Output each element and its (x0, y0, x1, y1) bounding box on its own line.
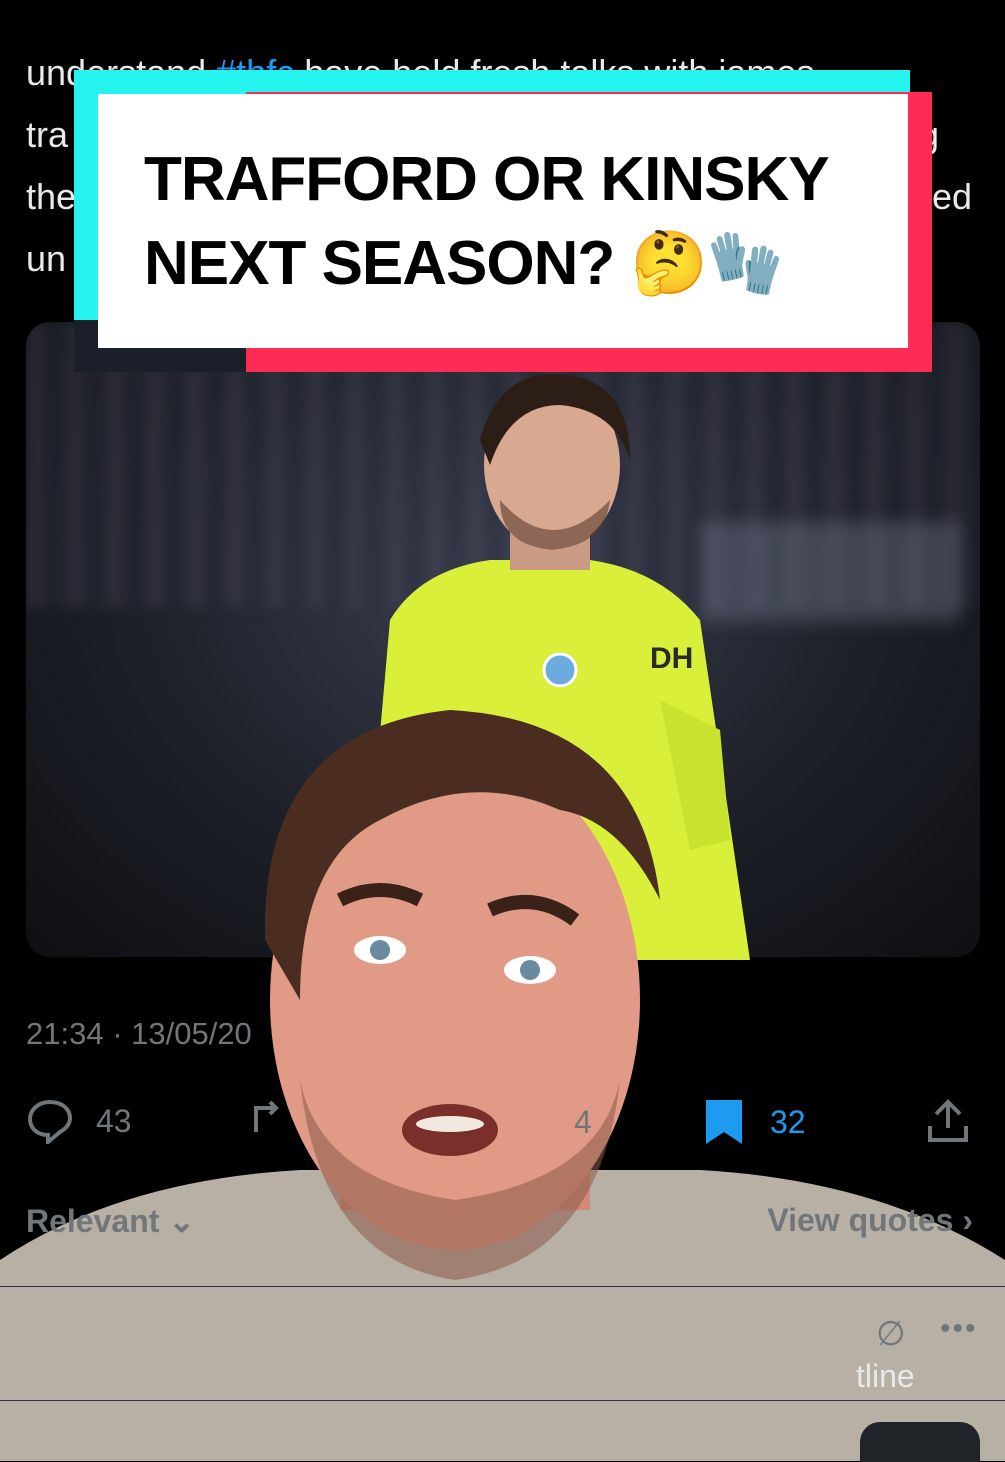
overlay-title-line-2: NEXT SEASON? 🤔🧤 (144, 229, 784, 298)
tweet-text-line4-start: un (26, 238, 67, 279)
retweet-icon (254, 1100, 279, 1132)
divider (0, 1400, 1005, 1401)
chevron-right-icon: › (962, 1202, 973, 1238)
title-overlay-card: TRAFFORD OR KINSKY NEXT SEASON? 🤔🧤 (74, 70, 932, 372)
like-count: 4 (574, 1104, 592, 1140)
reply-sort-dropdown[interactable]: Relevant ⌄ (26, 1202, 195, 1240)
share-button[interactable] (926, 1098, 970, 1144)
reply-preview-text: tline (856, 1358, 915, 1394)
more-options-icon[interactable]: ••• (940, 1312, 978, 1346)
bookmark-icon (706, 1100, 742, 1144)
chevron-down-icon: ⌄ (168, 1203, 196, 1239)
reply-button[interactable]: 43 (26, 1098, 132, 1144)
tweet-text-line3-start: the (26, 176, 77, 217)
tweet-text-line3-end: ed (932, 176, 973, 217)
divider (0, 1286, 1005, 1287)
like-button[interactable]: 4 (574, 1104, 592, 1141)
presenter-video (0, 710, 1005, 1461)
bottom-element (860, 1422, 980, 1462)
reply-count: 43 (96, 1102, 132, 1139)
svg-text:DH: DH (650, 642, 693, 675)
view-quotes-link[interactable]: View quotes › (767, 1202, 973, 1239)
tweet-text-line2-start: tra (26, 114, 69, 155)
overlay-title-line-1: TRAFFORD OR KINSKY (144, 145, 830, 214)
bookmark-count: 32 (770, 1103, 806, 1140)
share-icon (928, 1099, 968, 1142)
muted-icon[interactable]: ∅ (876, 1314, 906, 1354)
bookmark-button[interactable]: 32 (704, 1098, 806, 1146)
sort-label: Relevant (26, 1203, 160, 1239)
view-quotes-label: View quotes (767, 1202, 954, 1238)
reply-icon (27, 1099, 73, 1144)
retweet-button[interactable] (248, 1100, 288, 1140)
tweet-timestamp[interactable]: 21:34 · 13/05/20 (26, 1016, 252, 1052)
overlay-title: TRAFFORD OR KINSKY NEXT SEASON? 🤔🧤 (144, 138, 904, 306)
